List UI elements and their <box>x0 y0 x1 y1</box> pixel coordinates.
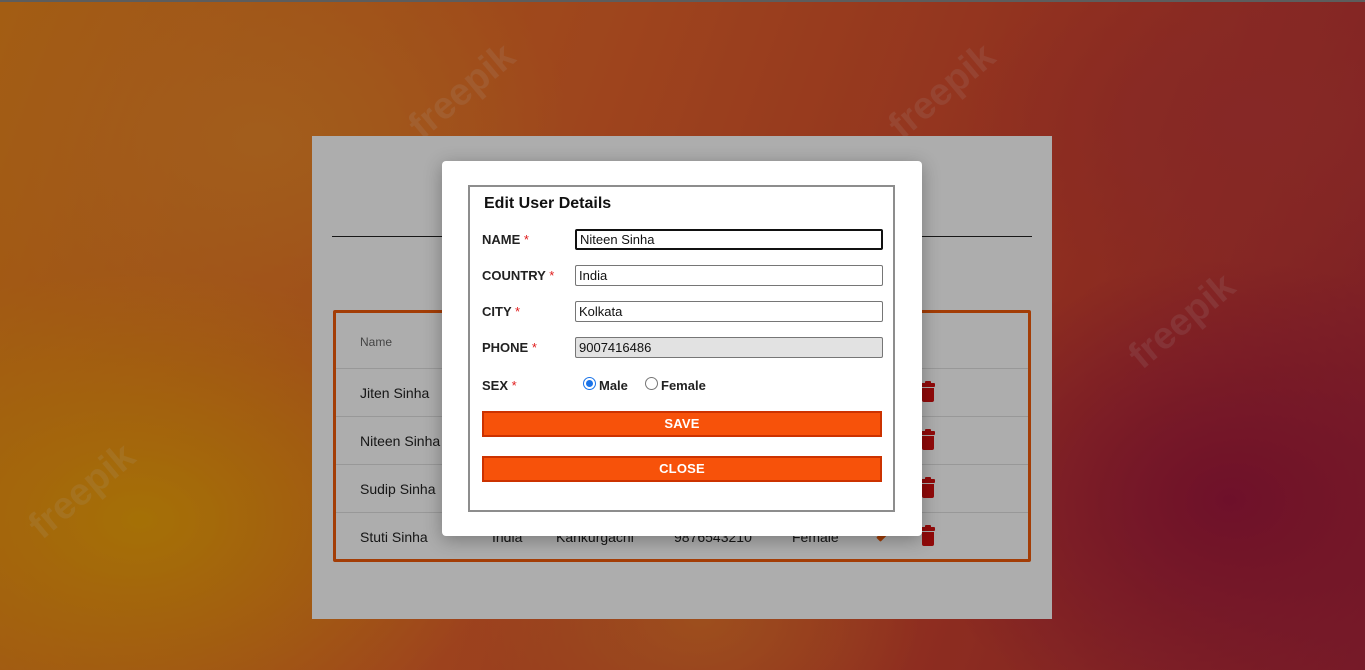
edit-user-modal: Edit User Details NAME * COUNTRY * CITY … <box>442 161 922 536</box>
name-input[interactable] <box>575 229 883 250</box>
phone-label: PHONE * <box>482 340 537 355</box>
country-input[interactable] <box>575 265 883 286</box>
sex-male-radio[interactable] <box>583 377 596 390</box>
city-label: CITY * <box>482 304 521 319</box>
modal-title: Edit User Details <box>484 195 612 212</box>
edit-user-form: Edit User Details NAME * COUNTRY * CITY … <box>468 185 895 512</box>
required-marker: * <box>515 304 521 319</box>
sex-label: SEX * <box>482 378 517 393</box>
required-marker: * <box>531 340 537 355</box>
required-marker: * <box>523 232 529 247</box>
required-marker: * <box>511 378 517 393</box>
sex-male-label[interactable]: Male <box>599 378 628 393</box>
save-button[interactable]: SAVE <box>482 411 882 437</box>
sex-female-radio[interactable] <box>645 377 658 390</box>
name-label: NAME * <box>482 232 529 247</box>
sex-female-label[interactable]: Female <box>661 378 706 393</box>
country-label: COUNTRY * <box>482 268 555 283</box>
phone-input[interactable] <box>575 337 883 358</box>
required-marker: * <box>549 268 555 283</box>
close-button[interactable]: CLOSE <box>482 456 882 482</box>
city-input[interactable] <box>575 301 883 322</box>
